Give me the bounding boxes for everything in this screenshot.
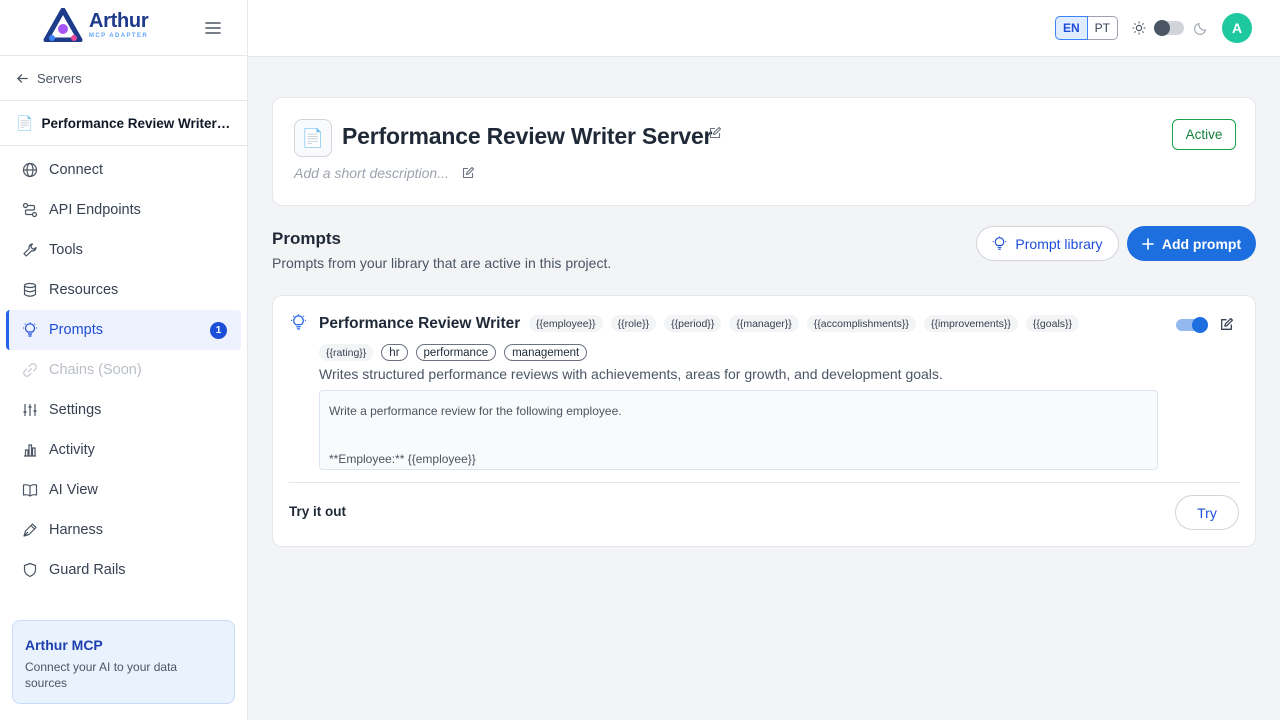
sidebar-item-label: Settings [49,402,102,418]
back-to-servers-link[interactable]: Servers [0,56,247,101]
sidebar-item-prompts[interactable]: Prompts 1 [6,310,241,350]
divider [289,482,1240,483]
prompt-body-line: **Employee:** {{employee}} [329,452,476,466]
tag-chip: management [504,344,588,361]
endpoints-icon [22,202,38,218]
description-placeholder[interactable]: Add a short description... [294,165,449,181]
edit-title-icon[interactable] [708,126,722,140]
sidebar: Arthur MCP ADAPTER Servers 📄 Performance… [0,0,248,720]
lang-en-button[interactable]: EN [1055,16,1088,40]
edit-description-icon[interactable] [461,166,475,180]
book-icon [22,484,38,497]
variable-chip: {{rating}} [319,344,374,361]
variable-chip: {{manager}} [729,315,799,332]
promo-text: Connect your AI to your data sources [25,660,178,690]
hamburger-menu-icon[interactable] [204,19,222,37]
sidebar-item-chains: Chains (Soon) [6,350,241,390]
status-badge: Active [1172,119,1236,150]
user-avatar[interactable]: A [1222,13,1252,43]
lightbulb-icon [23,322,37,337]
sidebar-item-label: API Endpoints [49,202,141,218]
brand-logo[interactable]: Arthur MCP ADAPTER [43,8,149,42]
server-header-card: 📄 Performance Review Writer Server Add a… [272,97,1256,206]
prompt-body-preview[interactable]: Write a performance review for the follo… [319,390,1158,470]
language-switcher: EN PT [1055,16,1119,40]
current-server: 📄 Performance Review Writer S... [0,101,247,146]
sun-icon [1132,21,1146,35]
server-title: Performance Review Writer Server [342,123,713,149]
sidebar-nav: Connect API Endpoints Tools Resources Pr… [0,146,247,590]
sliders-icon [23,404,37,416]
arthur-logo-icon [43,8,83,42]
sidebar-item-harness[interactable]: Harness [6,510,241,550]
database-icon [23,282,37,297]
variable-chip: {{period}} [664,315,722,332]
arrow-left-icon [17,73,28,83]
variable-chip: {{accomplishments}} [806,315,916,332]
prompt-description: Writes structured performance reviews wi… [319,366,943,382]
sidebar-item-api-endpoints[interactable]: API Endpoints [6,190,241,230]
shield-icon [23,562,37,578]
add-prompt-label: Add prompt [1161,235,1242,252]
prompt-library-label: Prompt library [1015,235,1103,252]
variable-chip: {{goals}} [1025,315,1080,332]
sidebar-item-resources[interactable]: Resources [6,270,241,310]
top-bar: EN PT A [248,0,1280,57]
add-prompt-button[interactable]: Add prompt [1127,226,1256,261]
server-file-icon: 📄 [294,119,332,157]
moon-icon [1194,22,1207,35]
pen-tool-icon [23,523,37,537]
sidebar-item-tools[interactable]: Tools [6,230,241,270]
prompt-card: Performance Review Writer {{employee}} {… [272,295,1256,547]
variable-chips: {{employee}} {{role}} {{period}} {{manag… [529,315,1080,332]
variable-chip: {{employee}} [529,315,603,332]
prompt-enabled-toggle[interactable] [1176,317,1208,333]
chips-row-2: {{rating}} hr performance management [319,344,588,361]
lightbulb-icon [291,314,306,330]
theme-toggle[interactable] [1154,20,1184,36]
sidebar-item-label: Resources [49,282,119,298]
lightbulb-icon [993,236,1007,250]
sidebar-item-label: Chains (Soon) [49,362,142,378]
try-button[interactable]: Try [1175,495,1239,530]
sidebar-item-label: Activity [49,442,95,458]
wrench-icon [23,243,37,257]
brand-title: Arthur [89,10,149,32]
tag-chip: hr [381,344,408,361]
prompt-name: Performance Review Writer [319,315,521,332]
edit-prompt-icon[interactable] [1219,317,1234,332]
brand-subtitle: MCP ADAPTER [89,33,149,39]
plus-icon [1142,237,1154,250]
variable-chip: {{improvements}} [923,315,1018,332]
sidebar-item-guard-rails[interactable]: Guard Rails [6,550,241,590]
try-it-out-label: Try it out [289,504,346,519]
current-server-name: Performance Review Writer S... [41,115,234,131]
sidebar-item-label: Guard Rails [49,562,126,578]
globe-icon [22,162,38,178]
sidebar-item-label: Connect [49,162,104,178]
variable-chip: {{role}} [610,315,657,332]
prompt-library-button[interactable]: Prompt library [976,226,1119,261]
link-icon [23,363,37,377]
prompts-count-badge: 1 [210,322,227,339]
sidebar-item-ai-view[interactable]: AI View [6,470,241,510]
lang-pt-button[interactable]: PT [1087,16,1119,40]
sidebar-item-label: Harness [49,522,103,538]
sidebar-item-activity[interactable]: Activity [6,430,241,470]
sidebar-item-settings[interactable]: Settings [6,390,241,430]
bar-chart-icon [24,444,36,457]
prompts-section-title: Prompts [272,229,341,248]
tag-chip: performance [415,344,497,361]
document-icon: 📄 [16,114,34,131]
back-label: Servers [37,70,82,86]
prompts-section-subtitle: Prompts from your library that are activ… [272,255,612,271]
promo-card: Arthur MCP Connect your AI to your data … [12,620,235,704]
sidebar-item-label: Tools [49,242,83,258]
prompt-body-line: Write a performance review for the follo… [329,404,622,418]
promo-title: Arthur MCP [25,637,103,653]
sidebar-item-connect[interactable]: Connect [6,150,241,190]
sidebar-item-label: Prompts [49,322,103,338]
logo-row: Arthur MCP ADAPTER [0,0,247,56]
sidebar-item-label: AI View [49,482,98,498]
